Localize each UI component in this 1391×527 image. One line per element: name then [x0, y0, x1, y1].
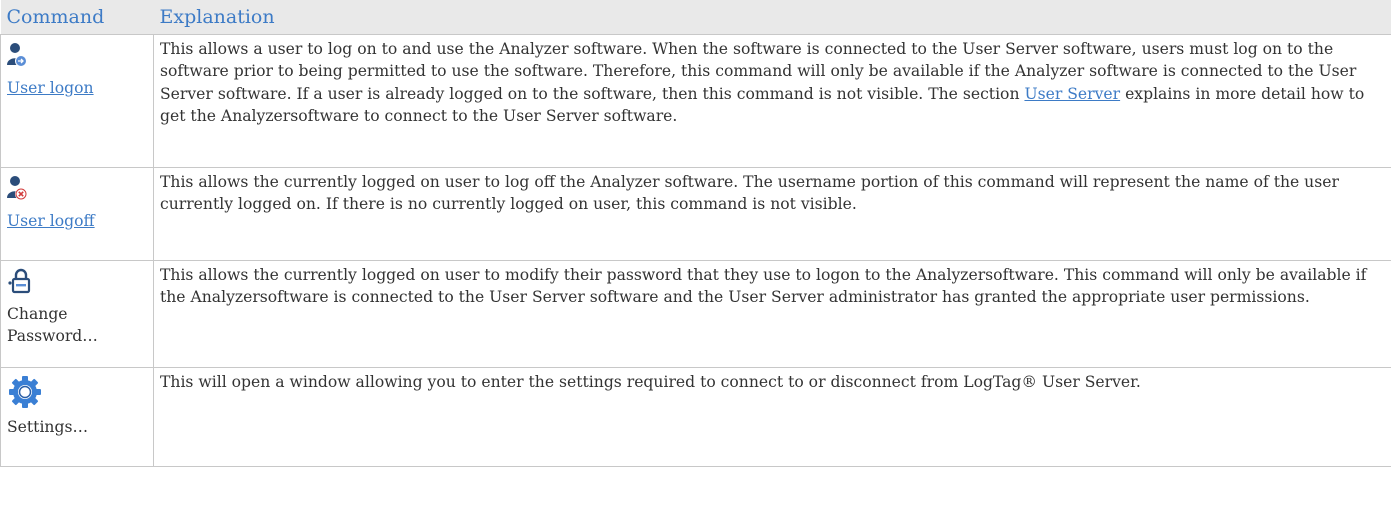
explanation-cell: This will open a window allowing you to … — [153, 367, 1391, 467]
user-server-link[interactable]: User Server — [1024, 85, 1120, 103]
command-cell: User logon — [0, 34, 154, 168]
header-command: Command — [0, 0, 154, 35]
table-row: Change Password… This allows the current… — [0, 260, 1391, 368]
user-logoff-link[interactable]: User logoff — [7, 210, 147, 232]
command-cell: User logoff — [0, 167, 154, 261]
command-table: Command Explanation User logon This allo — [0, 0, 1391, 467]
table-row: User logoff This allows the currently lo… — [0, 167, 1391, 261]
table-header-row: Command Explanation — [0, 0, 1391, 35]
table-row: Settings… This will open a window allowi… — [0, 367, 1391, 467]
command-cell: Change Password… — [0, 260, 154, 368]
explanation-cell: This allows a user to log on to and use … — [153, 34, 1391, 168]
header-explanation: Explanation — [153, 0, 1391, 35]
user-logon-link[interactable]: User logon — [7, 77, 147, 99]
change-password-icon — [7, 267, 147, 301]
explanation-cell: This allows the currently logged on user… — [153, 260, 1391, 368]
settings-gear-icon — [7, 374, 147, 414]
user-logoff-icon — [7, 174, 147, 208]
explanation-cell: This allows the currently logged on user… — [153, 167, 1391, 261]
change-password-label: Change Password… — [7, 305, 98, 346]
settings-label: Settings… — [7, 418, 89, 436]
user-logon-icon — [7, 41, 147, 75]
command-cell: Settings… — [0, 367, 154, 467]
table-row: User logon This allows a user to log on … — [0, 34, 1391, 168]
